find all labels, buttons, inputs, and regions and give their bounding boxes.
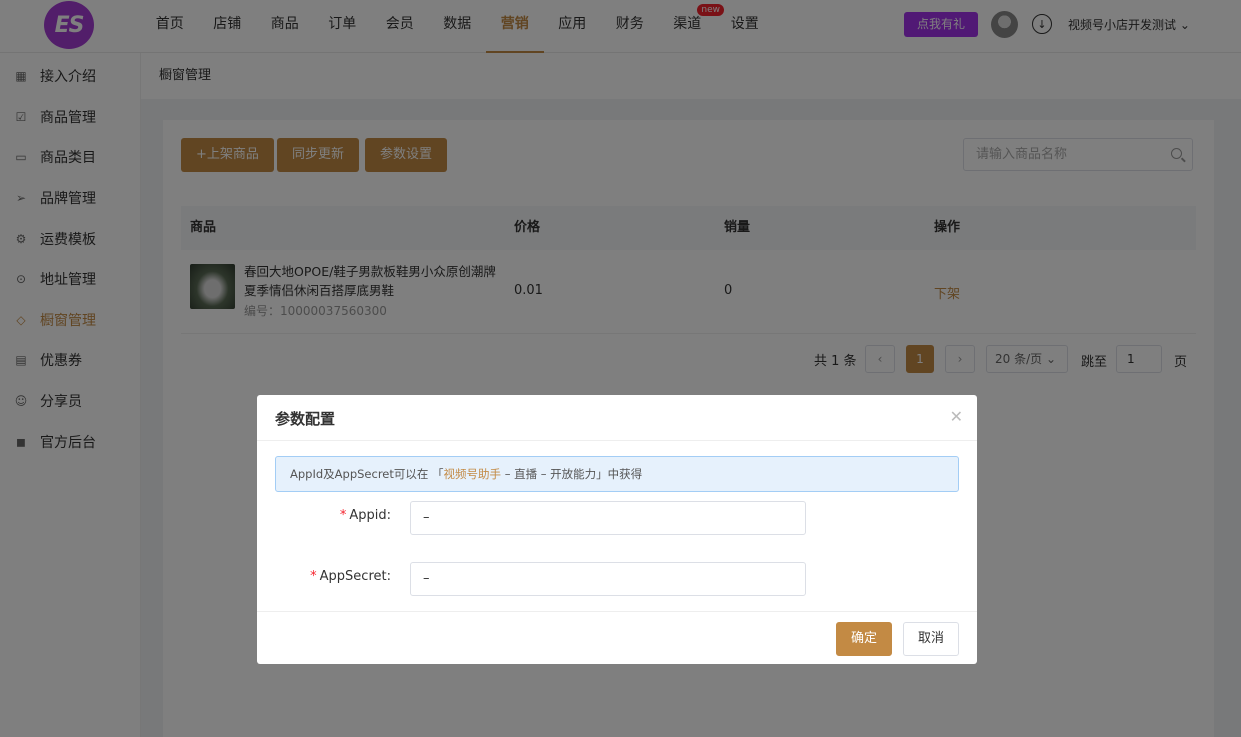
param-config-dialog: 参数配置 ✕ AppId及AppSecret可以在 「视频号助手 – 直播 – …	[257, 395, 977, 664]
confirm-button[interactable]: 确定	[836, 622, 892, 656]
appsecret-input[interactable]: –	[410, 562, 806, 596]
assistant-link[interactable]: 视频号助手	[444, 467, 502, 481]
info-notice: AppId及AppSecret可以在 「视频号助手 – 直播 – 开放能力」中获…	[275, 456, 959, 492]
cancel-button[interactable]: 取消	[903, 622, 959, 656]
appid-input[interactable]: –	[410, 501, 806, 535]
dialog-title: 参数配置	[275, 410, 336, 428]
close-icon[interactable]: ✕	[950, 407, 963, 426]
appid-label: * Appid:	[339, 508, 391, 523]
divider	[257, 440, 977, 441]
divider	[257, 611, 977, 612]
appsecret-label: * AppSecret:	[310, 569, 391, 584]
